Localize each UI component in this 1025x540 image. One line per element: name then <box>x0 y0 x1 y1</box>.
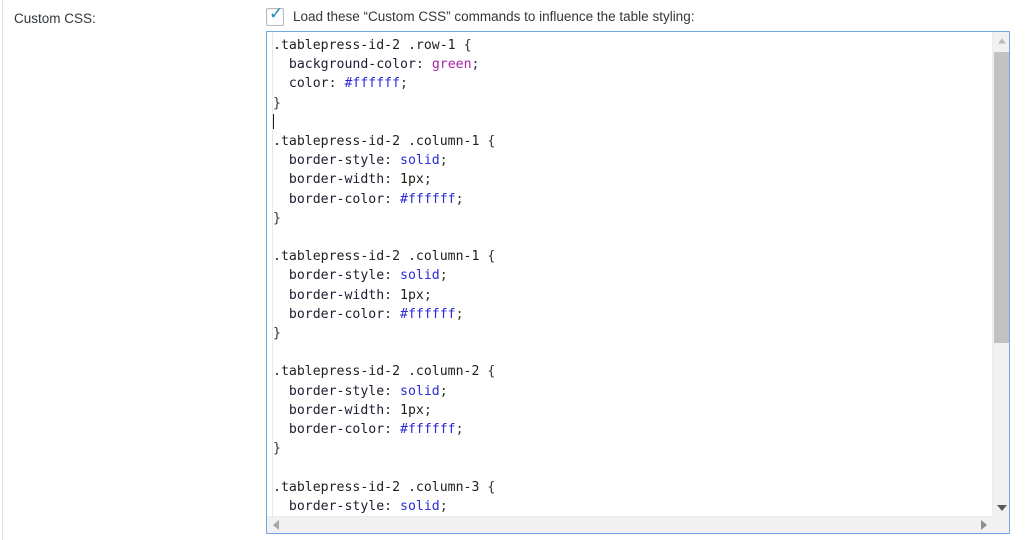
load-custom-css-label[interactable]: Load these “Custom CSS” commands to infl… <box>293 8 694 26</box>
scroll-up-arrow-icon[interactable] <box>993 32 1009 49</box>
scrollbar-corner <box>992 516 1009 533</box>
scroll-down-arrow-icon[interactable] <box>993 499 1009 516</box>
load-custom-css-checkbox[interactable]: ✓ <box>266 4 284 26</box>
scroll-left-arrow-icon[interactable] <box>267 517 284 533</box>
scroll-right-arrow-icon[interactable] <box>975 517 992 533</box>
checkmark-icon: ✓ <box>269 4 284 24</box>
css-code-text[interactable]: .tablepress-id-2 .row-1 { background-col… <box>273 36 991 516</box>
custom-css-field-body: ✓ Load these “Custom CSS” commands to in… <box>266 6 1011 534</box>
field-label-custom-css: Custom CSS: <box>14 11 96 26</box>
code-viewport[interactable]: .tablepress-id-2 .row-1 { background-col… <box>267 32 991 516</box>
vertical-scrollbar-thumb[interactable] <box>994 52 1009 343</box>
text-caret <box>273 113 274 129</box>
page-left-rule <box>2 0 3 540</box>
load-custom-css-row: ✓ Load these “Custom CSS” commands to in… <box>266 6 1011 28</box>
horizontal-scrollbar[interactable] <box>267 516 992 533</box>
vertical-scrollbar[interactable] <box>992 32 1009 516</box>
custom-css-code-editor[interactable]: .tablepress-id-2 .row-1 { background-col… <box>266 31 1010 534</box>
